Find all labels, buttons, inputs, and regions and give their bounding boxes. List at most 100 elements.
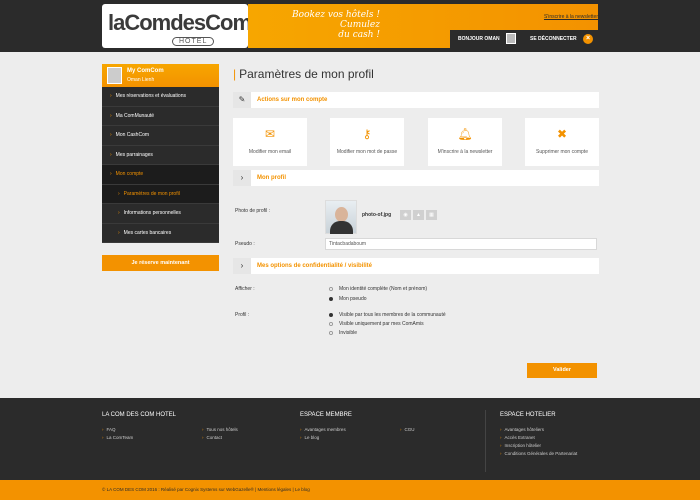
- change-password-button[interactable]: ⚷ Modifier mon mot de passe: [330, 118, 404, 166]
- action-label: Supprimer mon compte: [536, 149, 588, 155]
- chevron-right-icon: ›: [500, 427, 502, 432]
- footer-link-list: › Avantages membres › Le blog: [300, 426, 400, 442]
- page-title: | Paramètres de mon profil: [233, 64, 599, 86]
- change-email-button[interactable]: ✉ Modifier mon email: [233, 118, 307, 166]
- envelope-icon: ✉: [264, 127, 276, 141]
- footer-link-label: Contact: [206, 435, 223, 440]
- footer-links: › Avantages membres › Le blog › CGU: [300, 426, 415, 442]
- footer-col-title: ESPACE HOTELIER: [500, 412, 556, 418]
- logo-text: laComdesCom: [108, 10, 252, 35]
- sidebar-item-reservations[interactable]: › Mes réservations et évaluations: [102, 87, 219, 107]
- site-header: laComdesCom HOTEL Bookez vos hôtels ! Cu…: [0, 0, 700, 52]
- footer-col-hotel: LA COM DES COM HOTEL › FAQ › La ComTeam › T…: [102, 412, 238, 442]
- footer-link-comteam[interactable]: › La ComTeam: [102, 434, 202, 442]
- footer-link-blog[interactable]: › Le blog: [300, 434, 400, 442]
- radio-full-identity[interactable]: Mon identité complète (Nom et prénom): [329, 286, 427, 292]
- radio-pseudo[interactable]: Mon pseudo: [329, 296, 367, 302]
- sidebar-subitem-personal-info[interactable]: › Informations personnelles: [102, 204, 219, 224]
- chevron-right-icon: ›: [110, 112, 112, 119]
- footer-link-list: › Tous nos hôtels › Contact: [202, 426, 238, 442]
- footer-col-hotelier: ESPACE HOTELIER › Avantages hôteliers › Ac…: [500, 412, 577, 458]
- validate-button[interactable]: Valider: [527, 363, 597, 378]
- action-label: M'inscrire à la newsletter: [437, 149, 493, 155]
- radio-dot: [329, 286, 333, 291]
- pseudo-input[interactable]: Tintacbadaboum: [325, 238, 597, 250]
- account-actions: ✉ Modifier mon email ⚷ Modifier mon mot …: [233, 118, 599, 168]
- chevron-right-icon: ›: [110, 151, 112, 158]
- sidebar-item-community[interactable]: › Ma ComMunauté: [102, 107, 219, 126]
- upload-photo-icon[interactable]: ▲: [413, 210, 424, 220]
- footer-col-title: LA COM DES COM HOTEL: [102, 412, 177, 418]
- footer-link-hotels[interactable]: › Tous nos hôtels: [202, 426, 238, 434]
- radio-dot: [329, 296, 333, 301]
- radio-dot: [329, 330, 333, 335]
- chevron-right-icon: ›: [102, 427, 104, 432]
- section-header-profile: › Mon profil: [233, 170, 599, 186]
- chevron-right-icon: ›: [300, 435, 302, 440]
- chevron-right-icon: ›: [102, 435, 104, 440]
- footer-link-hotelier-signup[interactable]: › Inscription hôtelier: [500, 442, 577, 450]
- sidebar-subitem-bank-cards[interactable]: › Mes cartes bancaires: [102, 224, 219, 243]
- sidebar-username: Oman Lienh: [127, 77, 155, 83]
- radio-invisible[interactable]: Invisible: [329, 330, 357, 336]
- footer-link-contact[interactable]: › Contact: [202, 434, 238, 442]
- sidebar-item-cashcom[interactable]: › Mon CashCom: [102, 126, 219, 146]
- footer-link-hotelier-benefits[interactable]: › Avantages hôteliers: [500, 426, 577, 434]
- footer-link-label: FAQ: [106, 427, 116, 432]
- delete-photo-icon[interactable]: ▦: [426, 210, 437, 220]
- newsletter-subscribe-button[interactable]: 🔔︎ M'inscrire à la newsletter: [428, 118, 502, 166]
- radio-label: Mon identité complète (Nom et prénom): [339, 286, 428, 292]
- footer-link-list: › Avantages hôteliers › Accès Extranet › In…: [500, 426, 577, 458]
- chevron-right-icon: ›: [300, 427, 302, 432]
- footer-link-partnership-terms[interactable]: › Conditions Générales de Partenariat: [500, 450, 577, 458]
- remove-user-icon: ✖: [556, 127, 568, 141]
- site-logo[interactable]: laComdesCom HOTEL: [102, 4, 252, 48]
- footer-divider: [485, 410, 486, 472]
- section-header-privacy: › Mes options de confidentialité / visib…: [233, 258, 599, 274]
- footer-link-label: CGU: [404, 427, 415, 432]
- view-photo-icon[interactable]: ◉: [400, 210, 411, 220]
- section-title: Actions sur mon compte: [257, 97, 328, 103]
- chevron-right-icon: ›: [118, 229, 120, 236]
- delete-account-button[interactable]: ✖ Supprimer mon compte: [525, 118, 599, 166]
- logout-icon[interactable]: ×: [583, 34, 593, 44]
- photo-label: Photo de profil :: [235, 208, 271, 214]
- sidebar-item-label: Mes parrainages: [115, 151, 153, 158]
- photo-filename: photo-of.jpg: [362, 212, 392, 218]
- chevron-right-icon: ›: [118, 210, 120, 216]
- sidebar-subitem-profile-settings[interactable]: › Paramètres de mon profil: [102, 184, 219, 204]
- footer-links: › FAQ › La ComTeam › Tous nos hôtels › Conta…: [102, 426, 238, 442]
- sidebar-item-referrals[interactable]: › Mes parrainages: [102, 146, 219, 165]
- pseudo-label: Pseudo :: [235, 241, 255, 247]
- reserve-now-button[interactable]: Je réserve maintenant: [102, 255, 219, 271]
- footer-link-list: › CGU: [400, 426, 415, 442]
- footer-link-cgu[interactable]: › CGU: [400, 426, 415, 434]
- logo-subtitle: HOTEL: [172, 37, 215, 46]
- action-label: Modifier mon mot de passe: [336, 149, 398, 155]
- chevron-right-icon: ›: [500, 435, 502, 440]
- footer-col-member: ESPACE MEMBRE › Avantages membres › Le blo…: [300, 412, 415, 442]
- account-bar: BONJOUR OMAN SE DÉCONNECTER ×: [450, 30, 602, 48]
- sidebar-item-label: Mon CashCom: [115, 132, 150, 138]
- chevron-right-icon: ›: [233, 170, 251, 186]
- footer-link-label: Avantages hôteliers: [504, 427, 544, 432]
- title-marker-icon: |: [233, 67, 237, 81]
- footer-link-faq[interactable]: › FAQ: [102, 426, 202, 434]
- profile-photo: [325, 200, 357, 234]
- radio-label: Visible par tous les membres de la commu…: [339, 312, 446, 318]
- section-title: Mes options de confidentialité / visibil…: [257, 263, 373, 269]
- logout-link[interactable]: SE DÉCONNECTER: [530, 36, 577, 42]
- radio-visible-friends[interactable]: Visible uniquement par mes ComAmis: [329, 321, 424, 327]
- section-title: Mon profil: [257, 175, 286, 181]
- slogan-line-1: Bookez vos hôtels !: [292, 10, 380, 20]
- sidebar-item-account[interactable]: › Mon compte: [102, 165, 219, 185]
- footer-link-label: Tous nos hôtels: [206, 427, 238, 432]
- sidebar-item-label: Paramètres de mon profil: [123, 190, 180, 197]
- radio-visible-all[interactable]: Visible par tous les membres de la commu…: [329, 312, 446, 318]
- section-header-actions: ✎ Actions sur mon compte: [233, 92, 599, 108]
- footer-link-extranet[interactable]: › Accès Extranet: [500, 434, 577, 442]
- footer-col-title: ESPACE MEMBRE: [300, 412, 352, 418]
- footer-link-member-benefits[interactable]: › Avantages membres: [300, 426, 400, 434]
- newsletter-signup-link[interactable]: S'inscrire à la newsletter: [544, 14, 598, 20]
- sidebar: My ComCom Oman Lienh › Mes réservations e…: [102, 64, 219, 271]
